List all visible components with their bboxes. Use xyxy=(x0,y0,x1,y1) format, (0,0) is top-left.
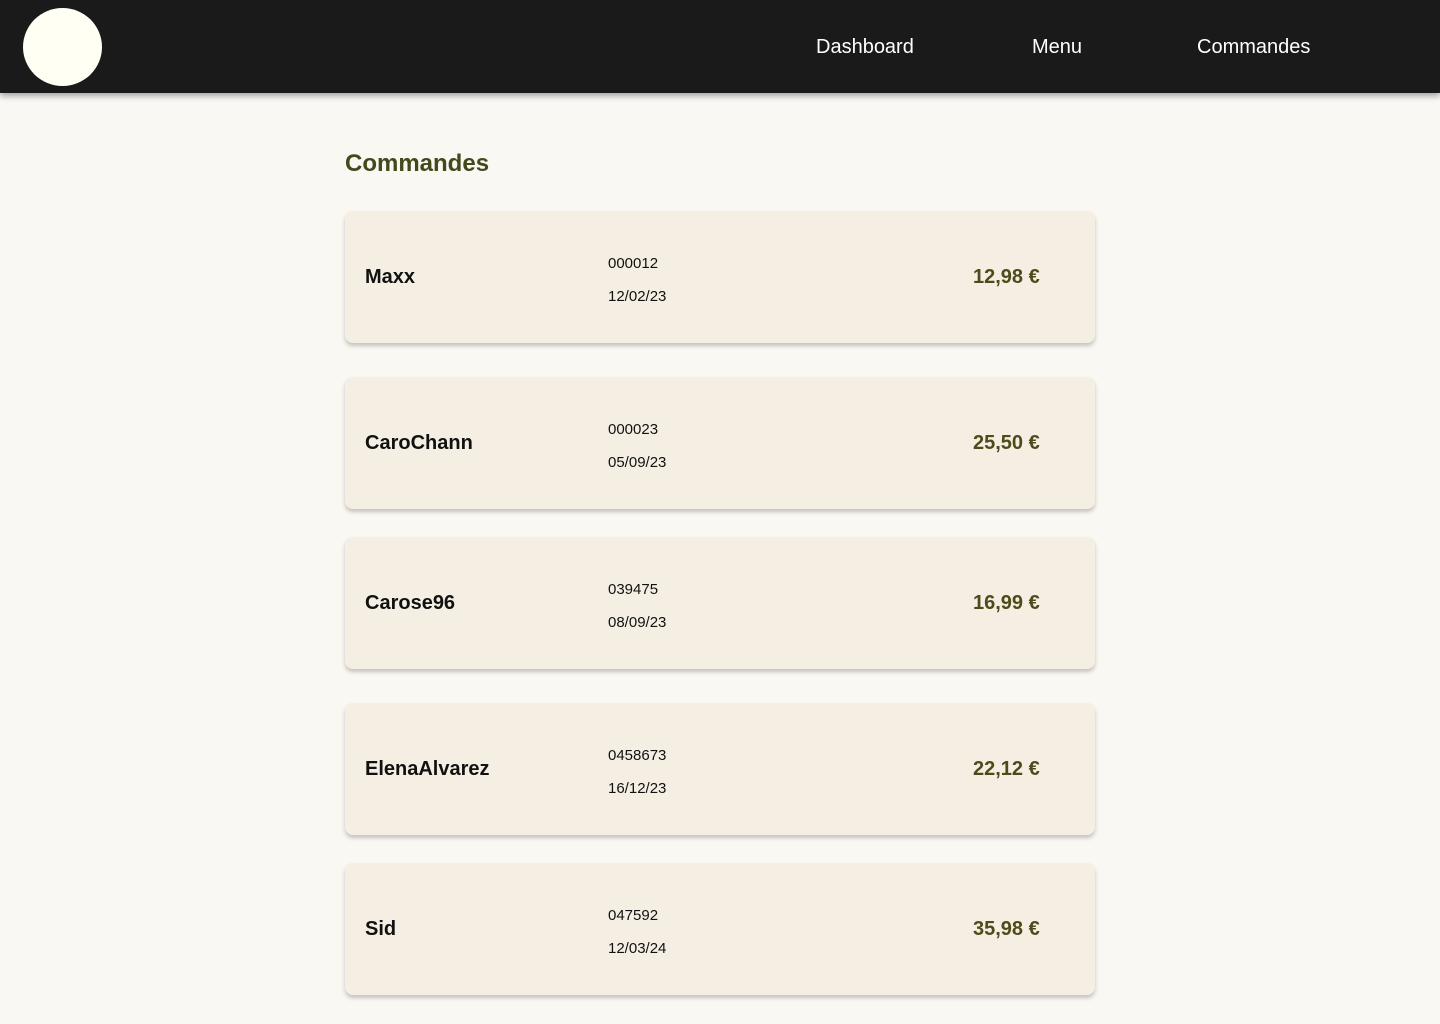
nav-link-commandes[interactable]: Commandes xyxy=(1197,35,1310,59)
order-customer-name: Maxx xyxy=(365,266,416,288)
order-card[interactable]: CaroChann 000023 05/09/23 25,50 € xyxy=(345,377,1095,509)
order-card[interactable]: Maxx 000012 12/02/23 12,98 € xyxy=(345,211,1095,343)
order-total: 25,50 € xyxy=(973,432,1040,454)
order-number: 000023 xyxy=(608,421,659,438)
order-card[interactable]: Carose96 039475 08/09/23 16,99 € xyxy=(345,537,1095,669)
order-number: 0458673 xyxy=(608,747,667,764)
nav-link-dashboard[interactable]: Dashboard xyxy=(816,35,914,59)
order-date: 08/09/23 xyxy=(608,614,667,631)
page-title: Commandes xyxy=(345,150,490,177)
order-total: 35,98 € xyxy=(973,918,1040,940)
nav-link-menu[interactable]: Menu xyxy=(1032,35,1082,59)
top-navigation-bar: Dashboard Menu Commandes xyxy=(0,0,1440,93)
order-date: 16/12/23 xyxy=(608,780,667,797)
logo[interactable] xyxy=(23,8,102,86)
order-number: 047592 xyxy=(608,907,659,924)
order-date: 12/02/23 xyxy=(608,288,667,305)
order-customer-name: CaroChann xyxy=(365,432,473,454)
order-card[interactable]: Sid 047592 12/03/24 35,98 € xyxy=(345,863,1095,995)
order-card[interactable]: ElenaAlvarez 0458673 16/12/23 22,12 € xyxy=(345,703,1095,835)
order-date: 12/03/24 xyxy=(608,940,667,957)
order-customer-name: Sid xyxy=(365,918,397,940)
order-total: 12,98 € xyxy=(973,266,1040,288)
order-number: 039475 xyxy=(608,581,659,598)
order-date: 05/09/23 xyxy=(608,454,667,471)
order-number: 000012 xyxy=(608,255,659,272)
order-total: 22,12 € xyxy=(973,758,1040,780)
order-customer-name: ElenaAlvarez xyxy=(365,758,490,780)
order-total: 16,99 € xyxy=(973,592,1040,614)
order-customer-name: Carose96 xyxy=(365,592,456,614)
